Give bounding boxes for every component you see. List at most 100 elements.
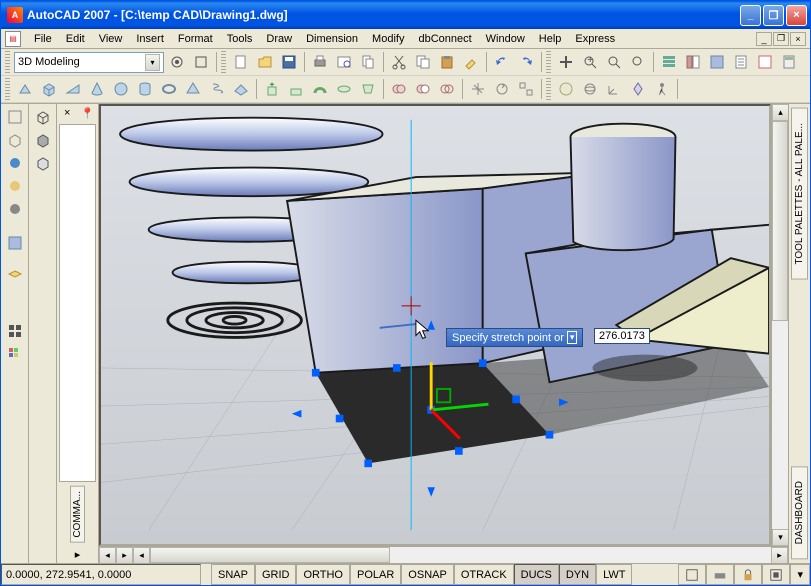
match-properties-button[interactable] bbox=[460, 51, 482, 73]
menu-file[interactable]: File bbox=[27, 31, 59, 47]
walk-button[interactable] bbox=[651, 78, 673, 100]
planar-surface-button[interactable] bbox=[230, 78, 252, 100]
3d-move-button[interactable] bbox=[467, 78, 489, 100]
markup-button[interactable] bbox=[754, 51, 776, 73]
helix-button[interactable] bbox=[206, 78, 228, 100]
intersect-button[interactable] bbox=[436, 78, 458, 100]
redo-button[interactable] bbox=[515, 51, 537, 73]
menu-edit[interactable]: Edit bbox=[59, 31, 92, 47]
toolbar-grip[interactable] bbox=[221, 51, 226, 73]
presspull-button[interactable] bbox=[285, 78, 307, 100]
union-button[interactable] bbox=[388, 78, 410, 100]
cut-button[interactable] bbox=[388, 51, 410, 73]
workspace-settings-button[interactable] bbox=[166, 51, 188, 73]
menu-format[interactable]: Format bbox=[171, 31, 220, 47]
status-clean-icon[interactable] bbox=[762, 564, 790, 585]
toolbar-grip[interactable] bbox=[5, 78, 10, 100]
otrack-toggle[interactable]: OTRACK bbox=[454, 564, 514, 585]
status-tray-icon[interactable] bbox=[706, 564, 734, 585]
zoom-window-button[interactable] bbox=[603, 51, 625, 73]
grid-toggle[interactable]: GRID bbox=[255, 564, 297, 585]
edge-cube-icon[interactable] bbox=[32, 152, 54, 174]
zoom-realtime-button[interactable]: + bbox=[579, 51, 601, 73]
3d-wireframe-button[interactable] bbox=[4, 129, 26, 151]
manage-visual-styles-button[interactable] bbox=[4, 232, 26, 254]
vertical-scrollbar[interactable]: ▴ ▾ bbox=[771, 104, 788, 546]
snap-toggle[interactable]: SNAP bbox=[211, 564, 255, 585]
new-button[interactable] bbox=[230, 51, 252, 73]
scroll-thumb-v[interactable] bbox=[772, 121, 788, 321]
command-close-button[interactable]: × bbox=[57, 104, 78, 122]
menu-dimension[interactable]: Dimension bbox=[299, 31, 365, 47]
loft-button[interactable] bbox=[357, 78, 379, 100]
tool-palettes-tab[interactable]: TOOL PALETTES - ALL PALE... bbox=[791, 108, 808, 280]
menu-modify[interactable]: Modify bbox=[365, 31, 411, 47]
horizontal-scrollbar[interactable]: ◂ ▸ ◂ ▸ bbox=[99, 546, 788, 563]
3d-align-button[interactable] bbox=[515, 78, 537, 100]
sheet-set-button[interactable] bbox=[730, 51, 752, 73]
menu-draw[interactable]: Draw bbox=[259, 31, 299, 47]
ducs-toggle[interactable]: DUCS bbox=[514, 564, 559, 585]
wedge-button[interactable] bbox=[62, 78, 84, 100]
command-body[interactable] bbox=[59, 124, 96, 482]
3d-hidden-button[interactable] bbox=[4, 152, 26, 174]
status-annotation-icon[interactable] bbox=[678, 564, 706, 585]
undo-button[interactable] bbox=[491, 51, 513, 73]
tab-prev-button[interactable]: ◂ bbox=[99, 547, 116, 564]
tab-next-button[interactable]: ▸ bbox=[116, 547, 133, 564]
cylinder-button[interactable] bbox=[134, 78, 156, 100]
visual-style-button[interactable] bbox=[555, 78, 577, 100]
workspace-lock-button[interactable] bbox=[190, 51, 212, 73]
menu-express[interactable]: Express bbox=[568, 31, 622, 47]
scroll-left-button[interactable]: ◂ bbox=[133, 547, 150, 564]
dashboard-tab[interactable]: DASHBOARD bbox=[791, 466, 808, 559]
2d-wireframe-button[interactable] bbox=[4, 106, 26, 128]
scroll-right-button[interactable]: ▸ bbox=[771, 547, 788, 564]
minimize-button[interactable]: _ bbox=[740, 5, 761, 26]
quickcalc-button[interactable] bbox=[778, 51, 800, 73]
mdi-minimize-button[interactable]: _ bbox=[756, 32, 772, 46]
revolve-button[interactable] bbox=[333, 78, 355, 100]
zoom-previous-button[interactable] bbox=[627, 51, 649, 73]
drawing-viewport[interactable]: Specify stretch point or ▾ 276.0173 bbox=[99, 104, 771, 546]
scroll-down-button[interactable]: ▾ bbox=[772, 529, 789, 546]
scroll-up-button[interactable]: ▴ bbox=[772, 104, 789, 121]
3d-navigation-button[interactable] bbox=[627, 78, 649, 100]
shaded-cube-icon[interactable] bbox=[32, 129, 54, 151]
pan-button[interactable] bbox=[555, 51, 577, 73]
save-button[interactable] bbox=[278, 51, 300, 73]
print-button[interactable] bbox=[309, 51, 331, 73]
expand-icon[interactable]: ▸ bbox=[75, 548, 81, 561]
sweep-button[interactable] bbox=[309, 78, 331, 100]
osnap-toggle[interactable]: OSNAP bbox=[401, 564, 454, 585]
wireframe-cube-icon[interactable] bbox=[32, 106, 54, 128]
menu-window[interactable]: Window bbox=[479, 31, 532, 47]
status-tray-menu[interactable]: ▾ bbox=[790, 564, 810, 585]
pyramid-button[interactable] bbox=[182, 78, 204, 100]
tool-palettes-button[interactable] bbox=[706, 51, 728, 73]
mdi-close-button[interactable]: × bbox=[790, 32, 806, 46]
maximize-button[interactable]: ❐ bbox=[763, 5, 784, 26]
dropdown-icon[interactable]: ▾ bbox=[145, 54, 160, 71]
lwt-toggle[interactable]: LWT bbox=[596, 564, 632, 585]
ortho-toggle[interactable]: ORTHO bbox=[296, 564, 350, 585]
dashboard-button[interactable] bbox=[4, 320, 26, 342]
design-center-button[interactable] bbox=[682, 51, 704, 73]
menu-insert[interactable]: Insert bbox=[129, 31, 171, 47]
materials-button[interactable] bbox=[4, 343, 26, 365]
extrude-button[interactable] bbox=[261, 78, 283, 100]
menu-help[interactable]: Help bbox=[532, 31, 569, 47]
sphere-button[interactable] bbox=[110, 78, 132, 100]
dyn-toggle[interactable]: DYN bbox=[559, 564, 596, 585]
open-button[interactable] bbox=[254, 51, 276, 73]
mdi-restore-button[interactable]: ❐ bbox=[773, 32, 789, 46]
publish-button[interactable] bbox=[357, 51, 379, 73]
torus-button[interactable] bbox=[158, 78, 180, 100]
menu-dbconnect[interactable]: dbConnect bbox=[411, 31, 478, 47]
3d-rotate-button[interactable] bbox=[491, 78, 513, 100]
cone-button[interactable] bbox=[86, 78, 108, 100]
workspace-combo[interactable]: 3D Modeling ▾ bbox=[14, 52, 164, 73]
polar-toggle[interactable]: POLAR bbox=[350, 564, 401, 585]
conceptual-button[interactable] bbox=[4, 198, 26, 220]
toolbar-grip[interactable] bbox=[546, 78, 551, 100]
